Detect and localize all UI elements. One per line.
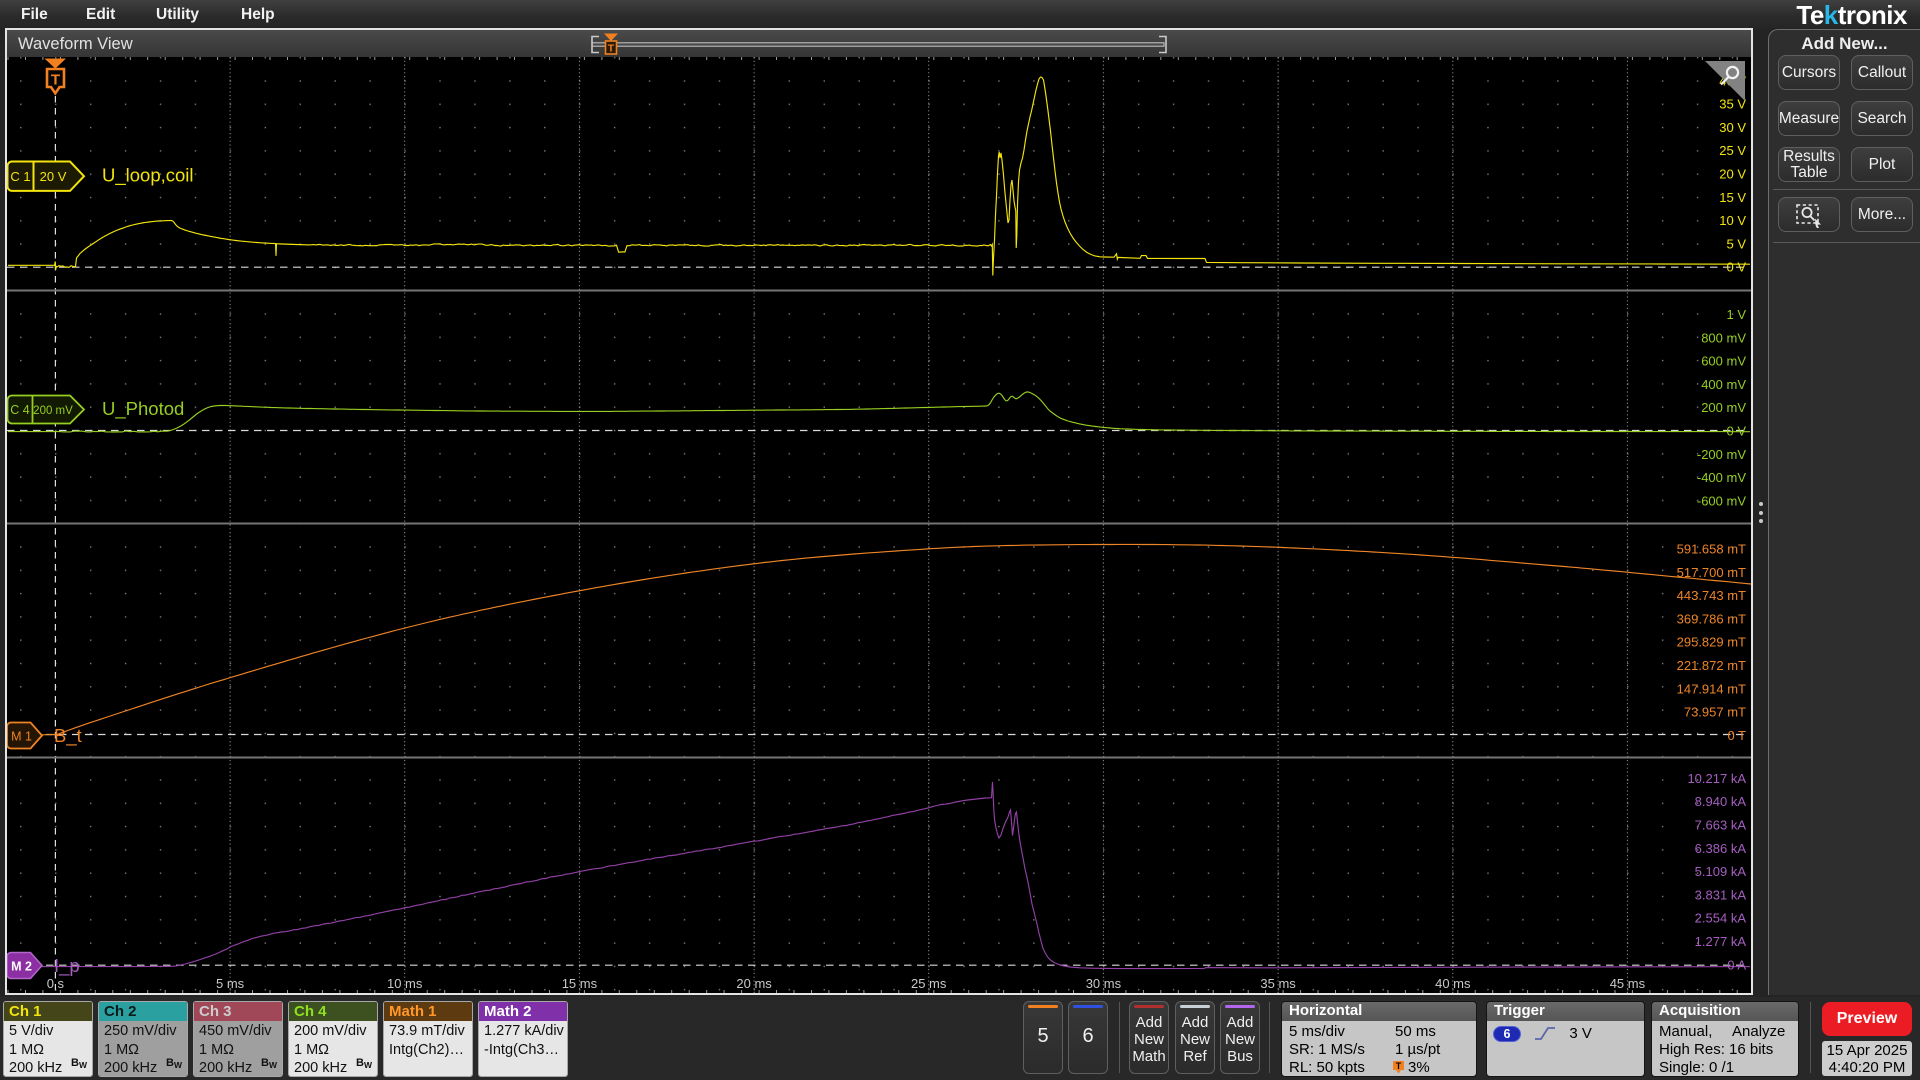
svg-text:T: T [51,72,60,89]
svg-text:3.831 kA: 3.831 kA [1695,887,1747,902]
svg-text:10 V: 10 V [1719,213,1746,228]
svg-text:25 V: 25 V [1719,143,1746,158]
svg-text:M 1: M 1 [11,730,32,744]
svg-text:15 V: 15 V [1719,190,1746,205]
svg-text:6.386 kA: 6.386 kA [1695,841,1747,856]
svg-text:20 ms: 20 ms [736,976,772,991]
svg-text:U_loop,coil: U_loop,coil [102,165,194,187]
svg-text:10 ms: 10 ms [387,976,423,991]
svg-text:5 V: 5 V [1726,236,1746,251]
svg-text:1.277 kA: 1.277 kA [1695,934,1747,949]
svg-text:U_Photod: U_Photod [102,398,184,420]
svg-text:443.743 mT: 443.743 mT [1677,588,1746,603]
svg-text:C 1: C 1 [10,169,30,184]
svg-text:B_t: B_t [54,725,82,747]
svg-text:1 V: 1 V [1726,307,1746,322]
svg-text:M 2: M 2 [11,960,32,974]
svg-text:147.914 mT: 147.914 mT [1677,681,1746,696]
svg-text:20 V: 20 V [40,169,67,184]
svg-text:0 s: 0 s [47,976,65,991]
svg-text:517.700 mT: 517.700 mT [1677,565,1746,580]
svg-text:T: T [1396,1061,1402,1071]
svg-text:295.829 mT: 295.829 mT [1677,635,1746,650]
svg-text:35 ms: 35 ms [1260,976,1296,991]
svg-text:221.872 mT: 221.872 mT [1677,658,1746,673]
svg-text:7.663 kA: 7.663 kA [1695,818,1747,833]
svg-text:200 mV: 200 mV [33,405,73,417]
svg-text:800 mV: 800 mV [1701,330,1746,345]
svg-text:73.957 mT: 73.957 mT [1684,705,1746,720]
svg-text:400 mV: 400 mV [1701,377,1746,392]
svg-text:30 V: 30 V [1719,120,1746,135]
svg-text:35 V: 35 V [1719,97,1746,112]
svg-text:0 V: 0 V [1726,424,1746,439]
svg-text:25 ms: 25 ms [911,976,947,991]
svg-text:15 ms: 15 ms [562,976,598,991]
svg-text:5.109 kA: 5.109 kA [1695,864,1747,879]
svg-text:20 V: 20 V [1719,167,1746,182]
svg-text:0 A: 0 A [1727,957,1746,972]
svg-text:30 ms: 30 ms [1086,976,1122,991]
svg-text:2.554 kA: 2.554 kA [1695,911,1747,926]
svg-text:I_p: I_p [54,955,80,977]
svg-text:-600 mV: -600 mV [1697,493,1746,508]
svg-text:10.217 kA: 10.217 kA [1687,771,1746,786]
svg-text:C 4: C 4 [10,403,30,417]
svg-text:-400 mV: -400 mV [1697,470,1746,485]
svg-text:369.786 mT: 369.786 mT [1677,611,1746,626]
svg-text:591.658 mT: 591.658 mT [1677,542,1746,557]
svg-text:8.940 kA: 8.940 kA [1695,794,1747,809]
svg-text:T: T [608,43,615,55]
svg-text:0 V: 0 V [1726,260,1746,275]
svg-text:600 mV: 600 mV [1701,354,1746,369]
svg-text:-200 mV: -200 mV [1697,447,1746,462]
svg-text:40 ms: 40 ms [1435,976,1471,991]
svg-text:5 ms: 5 ms [216,976,245,991]
svg-text:45 ms: 45 ms [1610,976,1646,991]
svg-text:200 mV: 200 mV [1701,400,1746,415]
svg-text:0 T: 0 T [1727,728,1746,743]
